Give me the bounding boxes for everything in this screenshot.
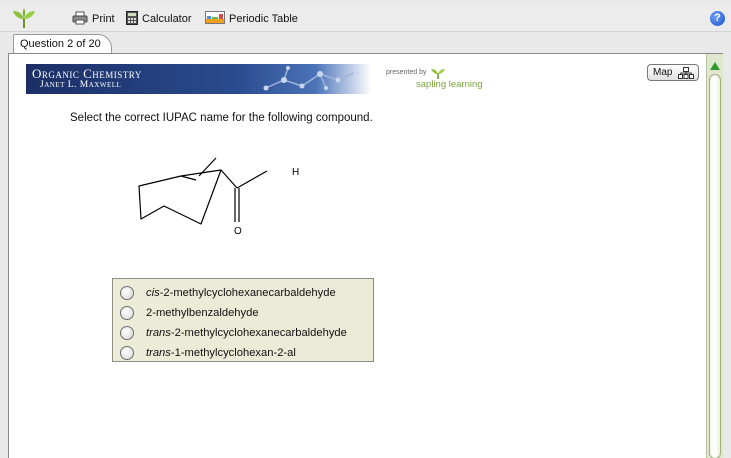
help-icon[interactable]: ? xyxy=(710,11,725,26)
vertical-scrollbar[interactable] xyxy=(706,54,723,458)
toolbar: Print Calculator Periodic Table ? xyxy=(0,4,731,32)
scroll-up-arrow-icon[interactable] xyxy=(708,58,722,70)
print-label: Print xyxy=(92,13,115,25)
choice-label: cis-2-methylcyclohexanecarbaldehyde xyxy=(146,287,336,299)
question-frame: Organic Chemistry Janet L. Maxwell prese… xyxy=(8,53,723,458)
compound-structure: H O xyxy=(138,157,299,237)
radio-button[interactable] xyxy=(120,306,134,320)
calculator-label: Calculator xyxy=(142,13,192,25)
choice-label: trans-1-methylcyclohexan-2-al xyxy=(146,347,296,359)
periodic-table-icon xyxy=(205,11,225,27)
print-button[interactable]: Print xyxy=(72,11,115,27)
map-label: Map xyxy=(653,67,673,78)
tab-bar: Question 2 of 20 xyxy=(0,32,731,54)
map-button[interactable]: Map xyxy=(647,64,699,81)
choice-1[interactable]: cis-2-methylcyclohexanecarbaldehyde xyxy=(113,283,373,303)
tab-question[interactable]: Question 2 of 20 xyxy=(13,34,112,54)
printer-icon xyxy=(72,11,88,28)
textbook-banner: Organic Chemistry Janet L. Maxwell prese… xyxy=(26,64,493,94)
question-content: Organic Chemistry Janet L. Maxwell prese… xyxy=(9,54,706,458)
sapling-leaf-icon xyxy=(12,7,36,34)
banner-title: Organic Chemistry xyxy=(32,66,142,81)
calculator-icon xyxy=(126,10,138,28)
choice-label: 2-methylbenzaldehyde xyxy=(146,307,259,319)
radio-button[interactable] xyxy=(120,326,134,340)
answer-choices: cis-2-methylcyclohexanecarbaldehyde 2-me… xyxy=(112,278,374,362)
periodic-table-button[interactable]: Periodic Table xyxy=(205,11,298,27)
molecule-graphic-icon xyxy=(256,66,376,94)
atom-h-label: H xyxy=(292,167,299,178)
choice-2[interactable]: 2-methylbenzaldehyde xyxy=(113,303,373,323)
choice-3[interactable]: trans-2-methylcyclohexanecarbaldehyde xyxy=(113,323,373,343)
choice-label: trans-2-methylcyclohexanecarbaldehyde xyxy=(146,327,347,339)
periodic-table-label: Periodic Table xyxy=(229,13,298,25)
atom-o-label: O xyxy=(234,226,242,237)
banner-author: Janet L. Maxwell xyxy=(40,80,122,90)
radio-button[interactable] xyxy=(120,346,134,360)
presented-by-label: presented by xyxy=(386,69,427,76)
question-prompt: Select the correct IUPAC name for the fo… xyxy=(70,112,373,124)
radio-button[interactable] xyxy=(120,286,134,300)
map-tree-icon xyxy=(678,67,694,84)
brand-label: sapling learning xyxy=(416,79,483,90)
scroll-thumb[interactable] xyxy=(709,74,721,458)
calculator-button[interactable]: Calculator xyxy=(126,10,192,28)
choice-4[interactable]: trans-1-methylcyclohexan-2-al xyxy=(113,343,373,363)
